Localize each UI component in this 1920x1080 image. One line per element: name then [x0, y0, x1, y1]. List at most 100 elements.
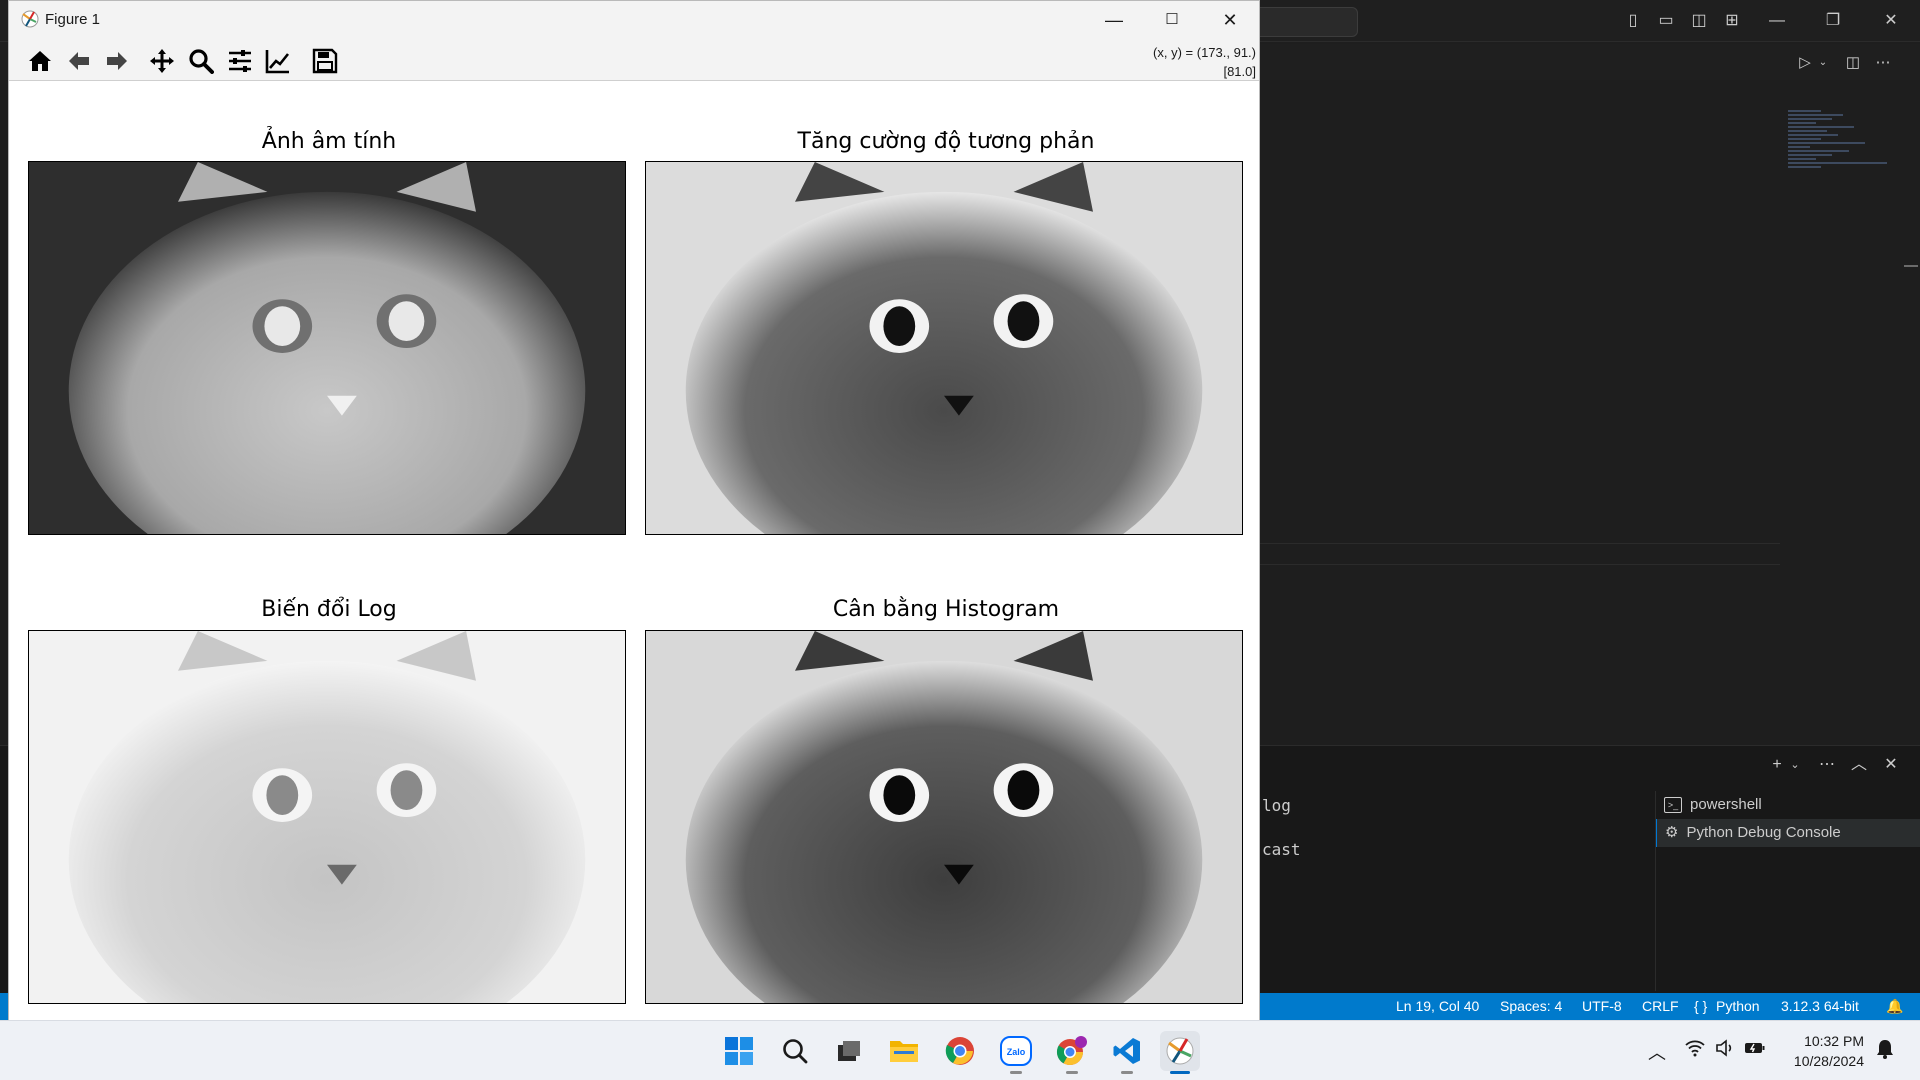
- subplot-title: Biến đổi Log: [261, 597, 397, 622]
- divider: [1260, 543, 1780, 544]
- status-interpreter[interactable]: 3.12.3 64-bit: [1781, 998, 1859, 1014]
- zalo-icon: Zalo: [1000, 1036, 1032, 1066]
- divider: [1260, 564, 1780, 565]
- search-icon: [783, 1039, 808, 1064]
- notification-bell-icon[interactable]: [1876, 1039, 1894, 1064]
- status-encoding[interactable]: UTF-8: [1582, 998, 1622, 1014]
- back-arrow-icon: [69, 52, 89, 70]
- minimap[interactable]: [1788, 110, 1898, 210]
- running-indicator: [1010, 1071, 1022, 1074]
- window-titlebar: Figure 1 — ☐ ✕: [9, 1, 1259, 39]
- restore-icon[interactable]: ❐: [1822, 10, 1844, 32]
- subplot-contrast-stretching[interactable]: [645, 161, 1243, 535]
- subplot-title: Ảnh âm tính: [261, 129, 397, 154]
- chrome-button[interactable]: [940, 1031, 980, 1071]
- vscode-button[interactable]: [1107, 1031, 1147, 1074]
- maximize-button[interactable]: ☐: [1149, 5, 1195, 35]
- toggle-secondary-sidebar-icon[interactable]: ◫: [1688, 10, 1710, 32]
- file-explorer-button[interactable]: [884, 1031, 924, 1071]
- task-view-button[interactable]: [829, 1031, 869, 1071]
- save-icon: [312, 48, 338, 74]
- figure-window: Figure 1 — ☐ ✕ (x, y) = (173., 91.) [81.…: [8, 0, 1260, 1021]
- edit-axis-button[interactable]: [262, 45, 294, 77]
- matplotlib-figure-button[interactable]: [1160, 1031, 1200, 1074]
- task-view-icon: [838, 1041, 860, 1061]
- zalo-label: Zalo: [1007, 1047, 1026, 1057]
- minimize-icon[interactable]: —: [1766, 10, 1788, 32]
- debug-icon: ⚙: [1665, 824, 1679, 841]
- subplot-log-transform[interactable]: [28, 630, 626, 1004]
- subplot-title: Tăng cường độ tương phản: [797, 129, 1095, 154]
- notifications-icon[interactable]: 🔔: [1886, 998, 1903, 1015]
- volume-icon[interactable]: [1714, 1039, 1736, 1061]
- more-actions-icon[interactable]: ⋯: [1816, 754, 1838, 776]
- minimize-button[interactable]: —: [1091, 5, 1137, 35]
- split-editor-icon[interactable]: ◫: [1842, 52, 1864, 74]
- pixel-value-readout: [81.0]: [1223, 64, 1256, 79]
- matplotlib-logo-icon: [21, 10, 39, 28]
- forward-button[interactable]: [101, 45, 133, 77]
- chrome-profile-button[interactable]: [1052, 1031, 1092, 1074]
- pan-icon: [150, 49, 174, 73]
- command-center-search[interactable]: [1250, 7, 1358, 37]
- more-actions-icon[interactable]: ⋯: [1872, 52, 1894, 74]
- home-icon: [29, 51, 51, 71]
- configure-subplots-button[interactable]: [224, 45, 256, 77]
- terminal-item-label: powershell: [1690, 796, 1762, 813]
- clock-time: 10:32 PM: [1804, 1033, 1864, 1049]
- coordinates-readout: (x, y) = (173., 91.): [1153, 45, 1256, 60]
- battery-icon[interactable]: [1744, 1039, 1766, 1061]
- status-indentation[interactable]: Spaces: 4: [1500, 998, 1562, 1014]
- editor-scrollbar[interactable]: [1904, 265, 1918, 267]
- back-button[interactable]: [63, 45, 95, 77]
- search-button[interactable]: [775, 1031, 815, 1071]
- status-language[interactable]: Python: [1716, 998, 1760, 1014]
- wifi-icon[interactable]: [1684, 1039, 1706, 1061]
- active-indicator: [1170, 1071, 1190, 1074]
- subplot-title: Cân bằng Histogram: [832, 597, 1060, 622]
- home-button[interactable]: [24, 45, 56, 77]
- toggle-panel-icon[interactable]: ▭: [1655, 10, 1677, 32]
- chevron-down-icon[interactable]: ⌄: [1812, 52, 1834, 74]
- toggle-sidebar-icon[interactable]: ▯: [1622, 10, 1644, 32]
- chevron-down-icon[interactable]: ⌄: [1784, 754, 1806, 776]
- subplot-histogram-equalization[interactable]: [645, 630, 1243, 1004]
- start-button[interactable]: [719, 1031, 759, 1071]
- subplot-negative-image[interactable]: [28, 161, 626, 535]
- figure-canvas[interactable]: Ảnh âm tính Tăng cường độ tương phản Biế…: [9, 82, 1259, 1021]
- close-panel-icon[interactable]: ✕: [1880, 754, 1902, 776]
- forward-arrow-icon: [107, 52, 127, 70]
- terminal-item-python-debug-console[interactable]: ⚙ Python Debug Console: [1656, 819, 1920, 847]
- window-title: Figure 1: [45, 11, 101, 28]
- pan-button[interactable]: [146, 45, 178, 77]
- zalo-button[interactable]: Zalo: [996, 1031, 1036, 1074]
- terminal-item-powershell[interactable]: >_ powershell: [1656, 791, 1920, 819]
- matplotlib-icon: [1166, 1037, 1194, 1065]
- edit-axis-icon: [265, 50, 290, 74]
- editor-toolbar: ▷ ⌄ ◫ ⋯: [1260, 44, 1920, 80]
- zoom-icon: [189, 49, 214, 74]
- cat-image-contrast: [646, 162, 1242, 534]
- terminal-icon: >_: [1664, 797, 1682, 813]
- clock-date: 10/28/2024: [1793, 1053, 1864, 1069]
- show-hidden-icons-chevron-icon[interactable]: ︿: [1648, 1039, 1666, 1065]
- status-eol[interactable]: CRLF: [1642, 998, 1679, 1014]
- vscode-icon: [1113, 1038, 1140, 1064]
- close-icon[interactable]: ✕: [1880, 10, 1902, 32]
- chrome-profile-icon: [1056, 1036, 1087, 1066]
- terminal-list: >_ powershell ⚙ Python Debug Console: [1655, 791, 1920, 991]
- taskbar: Zalo ︿ 10:32 PM 10/28/2024: [0, 1020, 1920, 1080]
- system-clock[interactable]: 10:32 PM 10/28/2024: [1782, 1031, 1864, 1071]
- braces-icon: { }: [1694, 998, 1708, 1014]
- terminal-output-line: cast: [1262, 840, 1301, 859]
- file-explorer-icon: [890, 1041, 918, 1062]
- customize-layout-icon[interactable]: ⊞: [1721, 10, 1743, 32]
- status-cursor-position[interactable]: Ln 19, Col 40: [1396, 998, 1479, 1014]
- save-button[interactable]: [309, 45, 341, 77]
- close-button[interactable]: ✕: [1207, 5, 1253, 35]
- configure-subplots-icon: [229, 50, 251, 72]
- navigation-toolbar: (x, y) = (173., 91.) [81.0]: [9, 39, 1259, 81]
- maximize-panel-icon[interactable]: ︿: [1848, 754, 1870, 776]
- cat-image-negative: [29, 162, 625, 534]
- zoom-button[interactable]: [185, 45, 217, 77]
